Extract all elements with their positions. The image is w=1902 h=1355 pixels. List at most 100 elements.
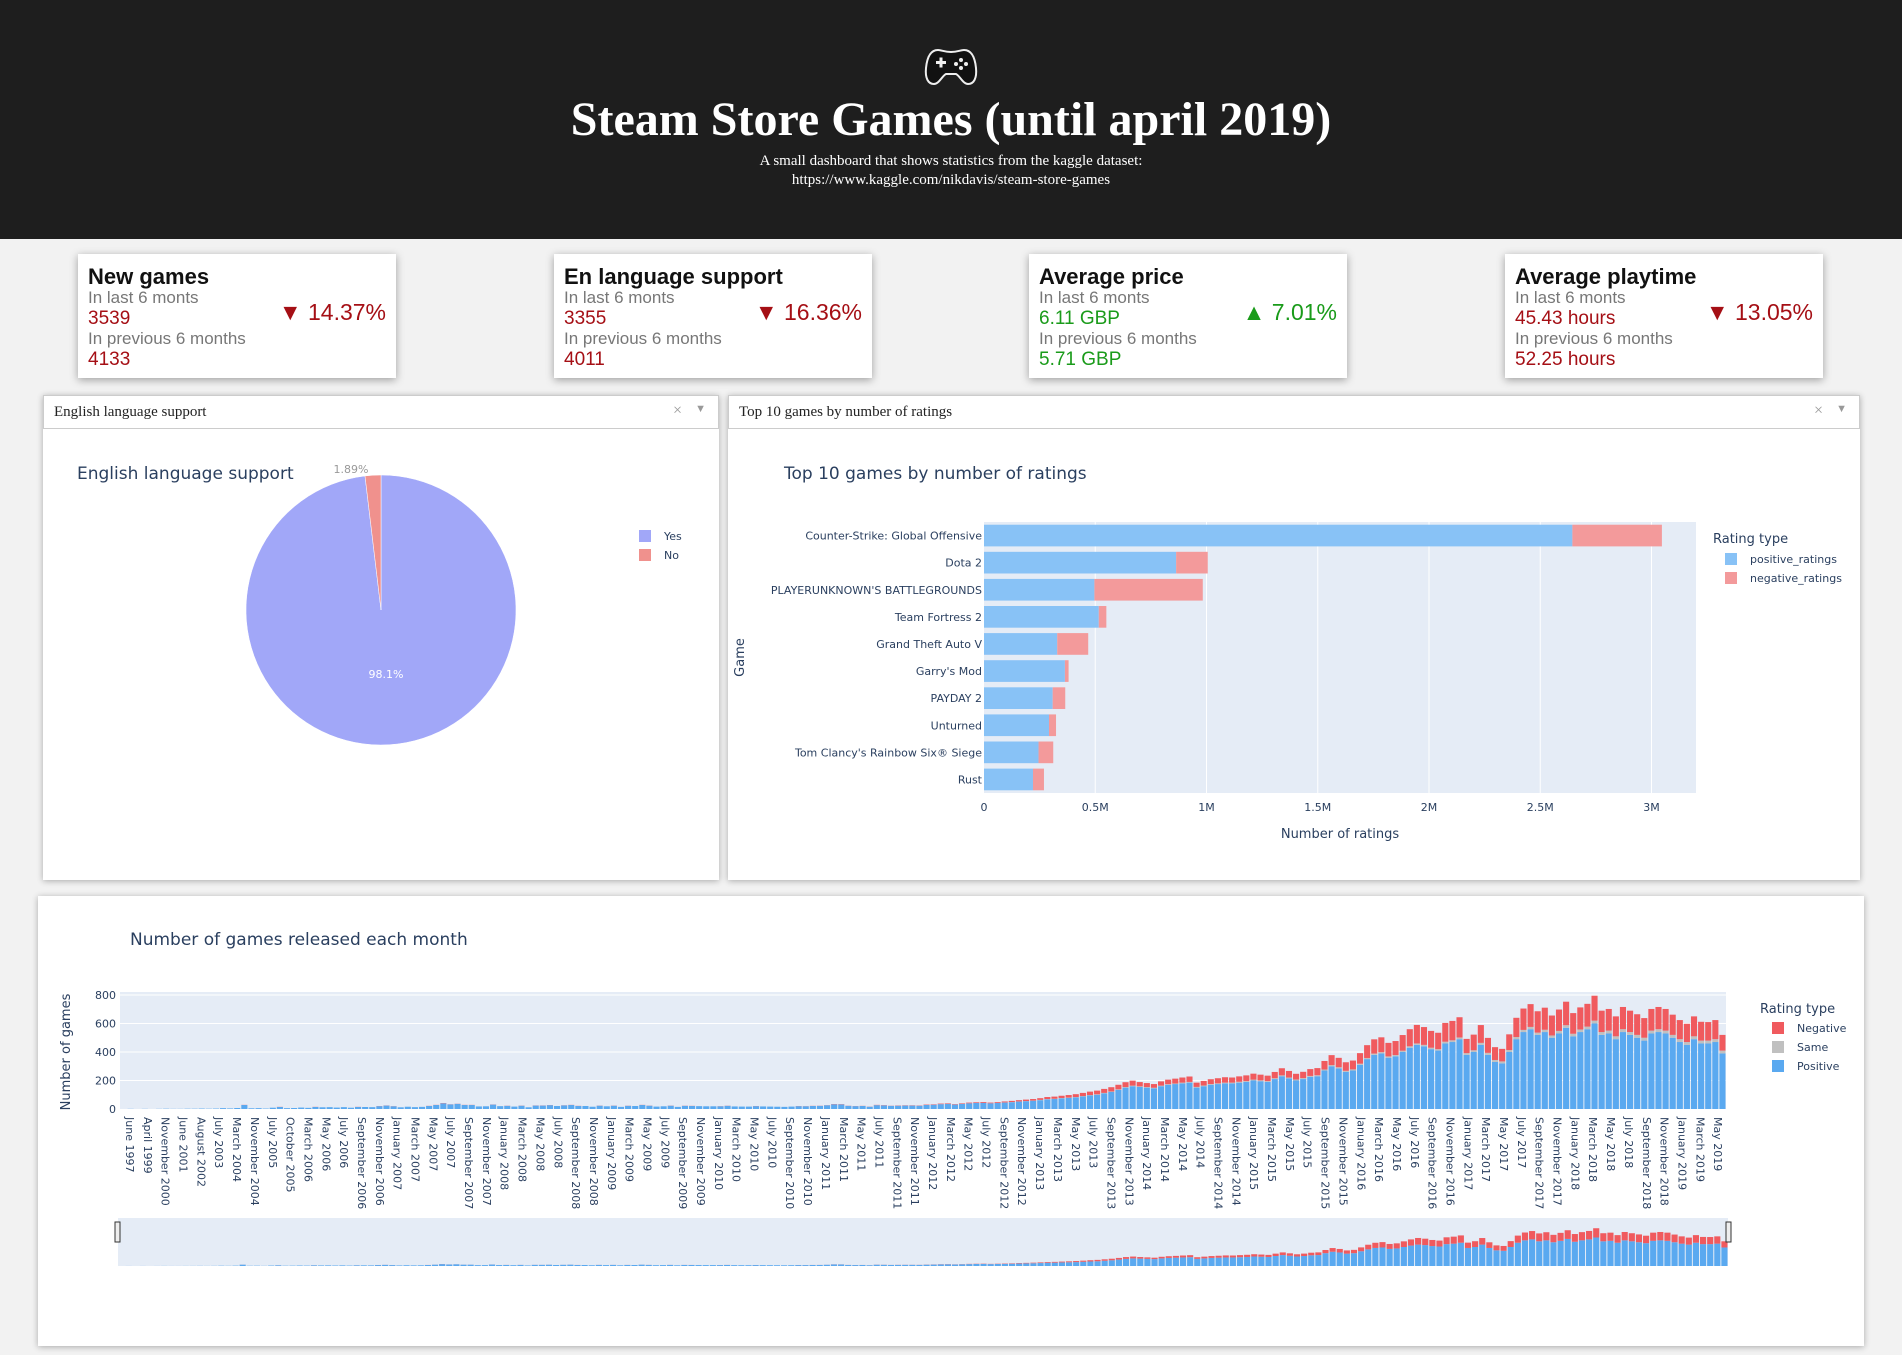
bar-negative[interactable] <box>1669 1014 1676 1035</box>
bar-negative[interactable] <box>987 1102 994 1104</box>
bar-negative[interactable] <box>1022 1099 1030 1102</box>
bar-positive[interactable] <box>1349 1070 1356 1109</box>
bar-same[interactable] <box>1456 1037 1463 1040</box>
bar-negative[interactable] <box>1172 1078 1179 1084</box>
bar-same[interactable] <box>1719 1050 1726 1054</box>
bar-positive[interactable] <box>994 1103 1001 1109</box>
bar-positive[interactable] <box>1364 1059 1371 1109</box>
bar-positive[interactable] <box>1655 1032 1662 1109</box>
legend-label-yes[interactable]: Yes <box>663 530 682 543</box>
bar-positive[interactable] <box>1520 1032 1527 1109</box>
bar-positive[interactable] <box>1236 1082 1243 1109</box>
bar-same[interactable] <box>1577 1029 1584 1033</box>
bar-positive[interactable] <box>824 1105 831 1109</box>
legend-swatch-same[interactable] <box>1772 1041 1784 1053</box>
bar-positive[interactable] <box>269 1107 276 1109</box>
bar-same[interactable] <box>1669 1034 1676 1038</box>
bar-positive[interactable] <box>1570 1036 1577 1109</box>
bar-negative[interactable] <box>937 1103 944 1105</box>
bar-positive[interactable] <box>1712 1042 1719 1109</box>
bar-negative[interactable] <box>959 1103 966 1104</box>
bar-positive[interactable] <box>326 1107 333 1109</box>
bar-same[interactable] <box>1214 1083 1221 1085</box>
bar-positive[interactable] <box>433 1105 440 1109</box>
bar-positive[interactable] <box>1122 1087 1129 1109</box>
bar-same[interactable] <box>1150 1087 1158 1089</box>
bar-positive[interactable] <box>404 1106 411 1109</box>
bar-same[interactable] <box>1534 1032 1541 1035</box>
bar-negative[interactable] <box>1385 1042 1392 1057</box>
bar-same[interactable] <box>1129 1085 1136 1087</box>
bar-positive[interactable] <box>1229 1083 1236 1109</box>
bar-negative[interactable] <box>1200 1080 1207 1086</box>
bar-negative[interactable] <box>1527 1004 1534 1027</box>
bar-same[interactable] <box>1506 1050 1513 1052</box>
bar-positive[interactable] <box>589 1106 596 1109</box>
bar-negative[interactable] <box>1513 1017 1520 1038</box>
bar-positive[interactable] <box>468 1105 475 1109</box>
bar-positive[interactable] <box>511 1106 518 1109</box>
bar-negative[interactable] <box>1136 1082 1143 1087</box>
bar-positive[interactable] <box>426 1106 433 1109</box>
bar-positive[interactable] <box>482 1106 490 1109</box>
bar-positive[interactable] <box>539 1105 546 1109</box>
bar-positive[interactable] <box>1420 1046 1428 1109</box>
bar-positive[interactable] <box>951 1104 959 1109</box>
bar-positive[interactable] <box>1513 1039 1520 1109</box>
bar-same[interactable] <box>1399 1050 1406 1052</box>
bar-negative[interactable] <box>1179 1077 1186 1083</box>
bar-positive[interactable] <box>1683 1044 1690 1109</box>
bar-same[interactable] <box>1548 1035 1555 1038</box>
bar-positive[interactable] <box>418 1106 426 1109</box>
bar-positive[interactable] <box>1634 1037 1641 1109</box>
bar-negative[interactable] <box>1449 1020 1456 1041</box>
bar-positive[interactable] <box>1300 1079 1307 1109</box>
bar-same[interactable] <box>1655 1029 1662 1033</box>
bar-negative[interactable] <box>1030 1099 1037 1101</box>
bar-positive[interactable] <box>397 1107 404 1109</box>
legend-swatch-positive_ratings[interactable] <box>1725 553 1737 565</box>
bar-positive[interactable] <box>1698 1043 1705 1109</box>
bar-positive[interactable] <box>1705 1043 1712 1109</box>
bar-positive[interactable] <box>376 1106 383 1109</box>
bar-positive[interactable] <box>646 1105 653 1109</box>
bar-negative[interactable] <box>1098 606 1107 628</box>
slider-handle-left[interactable] <box>114 1221 121 1243</box>
bar-same[interactable] <box>1392 1054 1399 1057</box>
bar-same[interactable] <box>1442 1041 1449 1044</box>
bar-positive[interactable] <box>1051 1099 1058 1109</box>
bar-negative[interactable] <box>1008 1100 1015 1103</box>
bar-positive[interactable] <box>1449 1042 1456 1109</box>
bar-positive[interactable] <box>568 1105 575 1109</box>
bar-negative[interactable] <box>944 1103 951 1104</box>
bar-positive[interactable] <box>1285 1078 1293 1109</box>
bar-negative[interactable] <box>1293 1073 1300 1080</box>
bar-negative[interactable] <box>1413 1024 1420 1044</box>
bar-positive[interactable] <box>795 1106 802 1109</box>
bar-positive[interactable] <box>1257 1081 1264 1109</box>
bar-same[interactable] <box>1484 1052 1491 1055</box>
bar-positive[interactable] <box>1307 1076 1314 1109</box>
bar-positive[interactable] <box>984 741 1039 764</box>
bar-negative[interactable] <box>1051 1096 1058 1099</box>
bar-positive[interactable] <box>632 1106 639 1109</box>
bar-negative[interactable] <box>1456 1017 1463 1038</box>
bar-same[interactable] <box>1328 1065 1335 1067</box>
bar-positive[interactable] <box>625 1105 632 1109</box>
bar-same[interactable] <box>1257 1080 1264 1082</box>
bar-same[interactable] <box>1619 1029 1627 1033</box>
bar-negative[interactable] <box>1300 1071 1307 1079</box>
bar-same[interactable] <box>1584 1026 1591 1030</box>
bar-negative[interactable] <box>1399 1035 1406 1051</box>
bar-same[interactable] <box>1605 1030 1612 1034</box>
bar-positive[interactable] <box>440 1103 447 1109</box>
bar-positive[interactable] <box>1335 1068 1342 1109</box>
bar-same[interactable] <box>1641 1037 1648 1041</box>
bar-same[interactable] <box>1285 1077 1293 1079</box>
bar-positive[interactable] <box>1079 1096 1086 1109</box>
bar-positive[interactable] <box>1207 1084 1214 1109</box>
bar-negative[interactable] <box>1555 1009 1563 1031</box>
bar-positive[interactable] <box>1470 1052 1477 1109</box>
bar-positive[interactable] <box>1221 1083 1229 1109</box>
bar-positive[interactable] <box>916 1105 923 1109</box>
